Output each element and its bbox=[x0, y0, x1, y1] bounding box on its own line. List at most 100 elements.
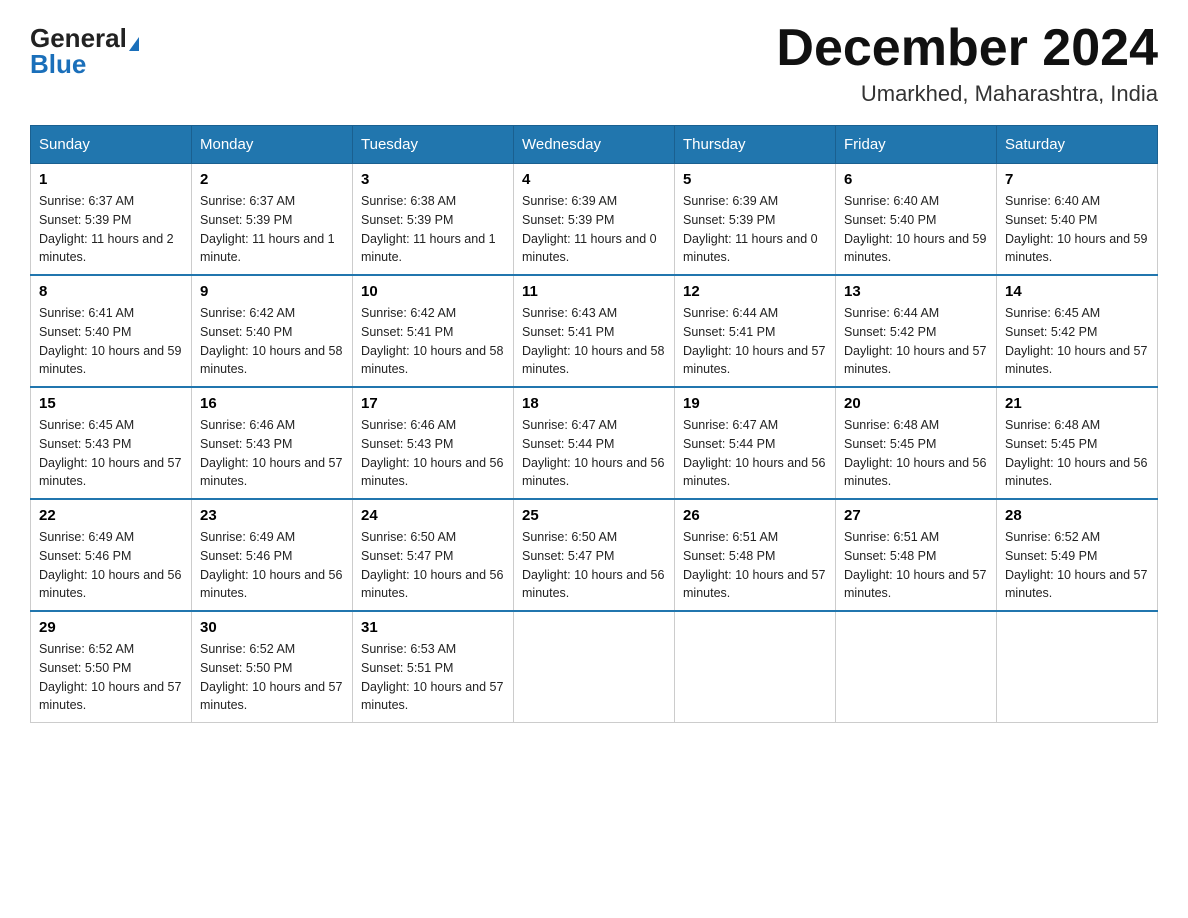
day-number: 9 bbox=[200, 283, 344, 300]
day-number: 17 bbox=[361, 395, 505, 412]
day-number: 5 bbox=[683, 171, 827, 188]
day-info: Sunrise: 6:48 AMSunset: 5:45 PMDaylight:… bbox=[844, 418, 986, 488]
header-tuesday: Tuesday bbox=[353, 126, 514, 164]
table-row: 7 Sunrise: 6:40 AMSunset: 5:40 PMDayligh… bbox=[997, 164, 1158, 276]
day-number: 1 bbox=[39, 171, 183, 188]
day-number: 19 bbox=[683, 395, 827, 412]
table-row: 27 Sunrise: 6:51 AMSunset: 5:48 PMDaylig… bbox=[836, 499, 997, 611]
day-number: 27 bbox=[844, 507, 988, 524]
day-info: Sunrise: 6:48 AMSunset: 5:45 PMDaylight:… bbox=[1005, 418, 1147, 488]
day-number: 21 bbox=[1005, 395, 1149, 412]
day-info: Sunrise: 6:40 AMSunset: 5:40 PMDaylight:… bbox=[1005, 194, 1147, 264]
day-number: 11 bbox=[522, 283, 666, 300]
table-row bbox=[997, 611, 1158, 723]
table-row: 30 Sunrise: 6:52 AMSunset: 5:50 PMDaylig… bbox=[192, 611, 353, 723]
day-number: 29 bbox=[39, 619, 183, 636]
table-row: 10 Sunrise: 6:42 AMSunset: 5:41 PMDaylig… bbox=[353, 275, 514, 387]
table-row: 9 Sunrise: 6:42 AMSunset: 5:40 PMDayligh… bbox=[192, 275, 353, 387]
logo-blue-text: Blue bbox=[30, 51, 86, 77]
day-number: 6 bbox=[844, 171, 988, 188]
table-row: 24 Sunrise: 6:50 AMSunset: 5:47 PMDaylig… bbox=[353, 499, 514, 611]
day-info: Sunrise: 6:52 AMSunset: 5:50 PMDaylight:… bbox=[200, 642, 342, 712]
page-header: General Blue December 2024 Umarkhed, Mah… bbox=[30, 20, 1158, 107]
day-info: Sunrise: 6:45 AMSunset: 5:42 PMDaylight:… bbox=[1005, 306, 1147, 376]
day-info: Sunrise: 6:39 AMSunset: 5:39 PMDaylight:… bbox=[683, 194, 818, 264]
day-info: Sunrise: 6:49 AMSunset: 5:46 PMDaylight:… bbox=[39, 530, 181, 600]
day-info: Sunrise: 6:47 AMSunset: 5:44 PMDaylight:… bbox=[683, 418, 825, 488]
table-row: 17 Sunrise: 6:46 AMSunset: 5:43 PMDaylig… bbox=[353, 387, 514, 499]
calendar-header: Sunday Monday Tuesday Wednesday Thursday… bbox=[31, 126, 1158, 164]
day-number: 7 bbox=[1005, 171, 1149, 188]
logo: General Blue bbox=[30, 20, 139, 77]
header-thursday: Thursday bbox=[675, 126, 836, 164]
table-row: 12 Sunrise: 6:44 AMSunset: 5:41 PMDaylig… bbox=[675, 275, 836, 387]
table-row: 5 Sunrise: 6:39 AMSunset: 5:39 PMDayligh… bbox=[675, 164, 836, 276]
day-info: Sunrise: 6:37 AMSunset: 5:39 PMDaylight:… bbox=[39, 194, 174, 264]
table-row: 21 Sunrise: 6:48 AMSunset: 5:45 PMDaylig… bbox=[997, 387, 1158, 499]
table-row: 28 Sunrise: 6:52 AMSunset: 5:49 PMDaylig… bbox=[997, 499, 1158, 611]
day-info: Sunrise: 6:51 AMSunset: 5:48 PMDaylight:… bbox=[683, 530, 825, 600]
day-info: Sunrise: 6:52 AMSunset: 5:50 PMDaylight:… bbox=[39, 642, 181, 712]
day-number: 28 bbox=[1005, 507, 1149, 524]
day-info: Sunrise: 6:46 AMSunset: 5:43 PMDaylight:… bbox=[200, 418, 342, 488]
table-row bbox=[514, 611, 675, 723]
table-row: 14 Sunrise: 6:45 AMSunset: 5:42 PMDaylig… bbox=[997, 275, 1158, 387]
logo-general-text: General bbox=[30, 25, 127, 51]
day-info: Sunrise: 6:44 AMSunset: 5:42 PMDaylight:… bbox=[844, 306, 986, 376]
table-row bbox=[836, 611, 997, 723]
month-title: December 2024 bbox=[776, 20, 1158, 77]
day-info: Sunrise: 6:53 AMSunset: 5:51 PMDaylight:… bbox=[361, 642, 503, 712]
day-number: 4 bbox=[522, 171, 666, 188]
day-number: 13 bbox=[844, 283, 988, 300]
day-info: Sunrise: 6:49 AMSunset: 5:46 PMDaylight:… bbox=[200, 530, 342, 600]
day-info: Sunrise: 6:39 AMSunset: 5:39 PMDaylight:… bbox=[522, 194, 657, 264]
table-row: 15 Sunrise: 6:45 AMSunset: 5:43 PMDaylig… bbox=[31, 387, 192, 499]
header-wednesday: Wednesday bbox=[514, 126, 675, 164]
table-row: 8 Sunrise: 6:41 AMSunset: 5:40 PMDayligh… bbox=[31, 275, 192, 387]
day-number: 23 bbox=[200, 507, 344, 524]
day-info: Sunrise: 6:47 AMSunset: 5:44 PMDaylight:… bbox=[522, 418, 664, 488]
header-sunday: Sunday bbox=[31, 126, 192, 164]
table-row: 22 Sunrise: 6:49 AMSunset: 5:46 PMDaylig… bbox=[31, 499, 192, 611]
location-subtitle: Umarkhed, Maharashtra, India bbox=[776, 81, 1158, 107]
day-number: 2 bbox=[200, 171, 344, 188]
calendar-table: Sunday Monday Tuesday Wednesday Thursday… bbox=[30, 125, 1158, 723]
day-number: 30 bbox=[200, 619, 344, 636]
table-row: 31 Sunrise: 6:53 AMSunset: 5:51 PMDaylig… bbox=[353, 611, 514, 723]
table-row: 16 Sunrise: 6:46 AMSunset: 5:43 PMDaylig… bbox=[192, 387, 353, 499]
table-row: 25 Sunrise: 6:50 AMSunset: 5:47 PMDaylig… bbox=[514, 499, 675, 611]
day-number: 25 bbox=[522, 507, 666, 524]
table-row bbox=[675, 611, 836, 723]
table-row: 26 Sunrise: 6:51 AMSunset: 5:48 PMDaylig… bbox=[675, 499, 836, 611]
day-number: 26 bbox=[683, 507, 827, 524]
header-friday: Friday bbox=[836, 126, 997, 164]
day-number: 14 bbox=[1005, 283, 1149, 300]
title-section: December 2024 Umarkhed, Maharashtra, Ind… bbox=[776, 20, 1158, 107]
day-number: 15 bbox=[39, 395, 183, 412]
day-info: Sunrise: 6:44 AMSunset: 5:41 PMDaylight:… bbox=[683, 306, 825, 376]
day-info: Sunrise: 6:42 AMSunset: 5:41 PMDaylight:… bbox=[361, 306, 503, 376]
calendar-body: 1 Sunrise: 6:37 AMSunset: 5:39 PMDayligh… bbox=[31, 164, 1158, 723]
table-row: 3 Sunrise: 6:38 AMSunset: 5:39 PMDayligh… bbox=[353, 164, 514, 276]
day-number: 22 bbox=[39, 507, 183, 524]
table-row: 23 Sunrise: 6:49 AMSunset: 5:46 PMDaylig… bbox=[192, 499, 353, 611]
day-info: Sunrise: 6:43 AMSunset: 5:41 PMDaylight:… bbox=[522, 306, 664, 376]
day-number: 24 bbox=[361, 507, 505, 524]
day-number: 12 bbox=[683, 283, 827, 300]
table-row: 2 Sunrise: 6:37 AMSunset: 5:39 PMDayligh… bbox=[192, 164, 353, 276]
day-info: Sunrise: 6:50 AMSunset: 5:47 PMDaylight:… bbox=[361, 530, 503, 600]
logo-arrow-icon bbox=[129, 37, 139, 51]
header-saturday: Saturday bbox=[997, 126, 1158, 164]
day-info: Sunrise: 6:52 AMSunset: 5:49 PMDaylight:… bbox=[1005, 530, 1147, 600]
day-info: Sunrise: 6:50 AMSunset: 5:47 PMDaylight:… bbox=[522, 530, 664, 600]
day-info: Sunrise: 6:45 AMSunset: 5:43 PMDaylight:… bbox=[39, 418, 181, 488]
table-row: 1 Sunrise: 6:37 AMSunset: 5:39 PMDayligh… bbox=[31, 164, 192, 276]
day-info: Sunrise: 6:51 AMSunset: 5:48 PMDaylight:… bbox=[844, 530, 986, 600]
table-row: 13 Sunrise: 6:44 AMSunset: 5:42 PMDaylig… bbox=[836, 275, 997, 387]
table-row: 20 Sunrise: 6:48 AMSunset: 5:45 PMDaylig… bbox=[836, 387, 997, 499]
table-row: 19 Sunrise: 6:47 AMSunset: 5:44 PMDaylig… bbox=[675, 387, 836, 499]
day-number: 20 bbox=[844, 395, 988, 412]
header-monday: Monday bbox=[192, 126, 353, 164]
table-row: 29 Sunrise: 6:52 AMSunset: 5:50 PMDaylig… bbox=[31, 611, 192, 723]
day-number: 18 bbox=[522, 395, 666, 412]
